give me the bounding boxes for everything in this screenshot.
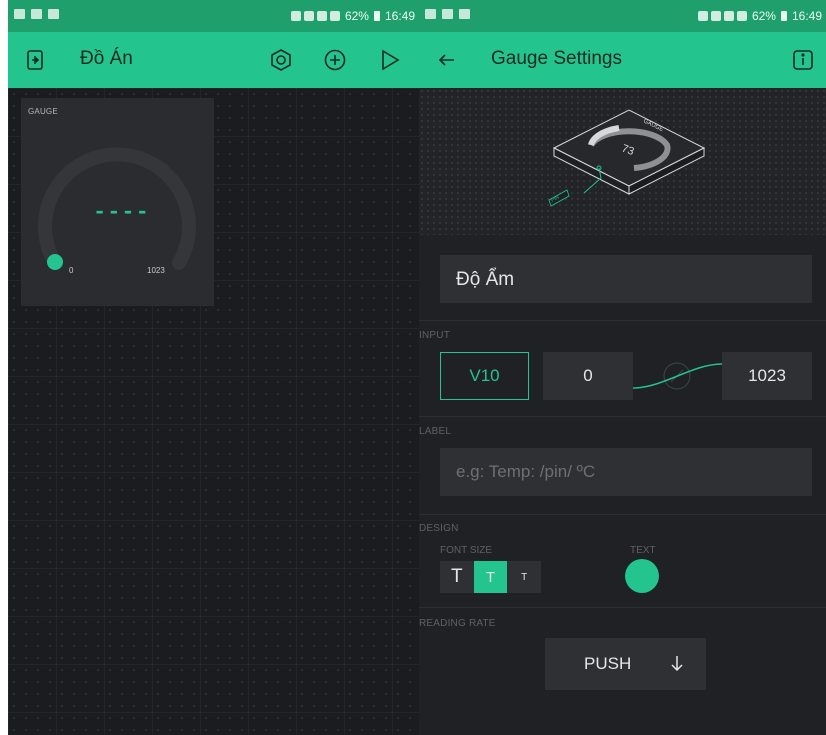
battery-icon [373,11,380,21]
font-size-medium-button[interactable]: T [473,561,508,593]
section-label-title: LABEL [419,426,452,437]
screen-title: Gauge Settings [491,48,622,69]
section-design-title: DESIGN [419,523,459,534]
status-bar: 62% 16:49 [8,0,419,32]
gauge-preview-illustration: 73 GAUGE PIN [548,109,706,207]
signal-icons [290,11,340,21]
notification-icons [14,9,59,19]
clock: 16:49 [384,9,415,23]
font-size-small-button[interactable]: T [507,561,541,593]
app-bar: Gauge Settings [419,32,826,88]
font-size-selector: T T T [440,561,541,593]
down-arrow-icon [667,651,687,680]
widget-canvas[interactable]: GAUGE ---- 0 1023 [8,88,419,735]
gauge-indicator [47,254,63,270]
font-size-caption: FONT SIZE [440,545,493,556]
signal-icons [697,11,747,21]
min-value-input[interactable]: 0 [543,352,633,400]
info-icon[interactable] [791,48,815,72]
hexagon-settings-icon[interactable] [269,48,293,72]
widget-preview: 73 GAUGE PIN [419,88,826,235]
reading-rate-value: PUSH [584,654,632,673]
reading-rate-dropdown[interactable]: PUSH [545,638,706,690]
section-reading-rate-title: READING RATE [419,618,496,629]
project-canvas-screen: 62% 16:49 Đồ Án GAUGE ---- 0 1023 [8,0,419,735]
battery-level: 62% [751,9,776,23]
status-bar: 62% 16:49 [419,0,826,32]
gauge-settings-screen: 62% 16:49 Gauge Settings 73 GAUGE PIN Độ… [419,0,826,735]
mapping-curve [633,362,722,390]
clock: 16:49 [791,9,822,23]
gauge-value: ---- [93,200,150,225]
divider [419,607,826,608]
project-title: Đồ Án [80,48,133,69]
section-input-title: INPUT [419,330,450,341]
back-arrow-icon[interactable] [435,48,459,72]
text-color-picker[interactable] [625,559,659,593]
gauge-widget[interactable]: GAUGE ---- 0 1023 [21,98,214,306]
max-value-input[interactable]: 1023 [722,352,812,400]
pin-select-button[interactable]: V10 [440,352,529,400]
gauge-max: 1023 [147,266,165,275]
battery-icon [780,11,787,21]
text-color-caption: TEXT [630,545,656,556]
battery-level: 62% [344,9,369,23]
plus-circle-icon[interactable] [323,48,347,72]
font-size-large-button[interactable]: T [440,561,474,593]
play-icon[interactable] [378,48,402,72]
divider [419,514,826,515]
app-bar: Đồ Án [8,32,419,88]
exit-icon[interactable] [24,48,48,72]
widget-name-input[interactable]: Độ Ẩm [440,255,812,303]
label-input[interactable]: e.g: Temp: /pin/ ºC [440,448,812,496]
notification-icons [425,9,470,19]
divider [419,320,826,321]
gauge-min: 0 [69,266,74,275]
divider [419,416,826,417]
